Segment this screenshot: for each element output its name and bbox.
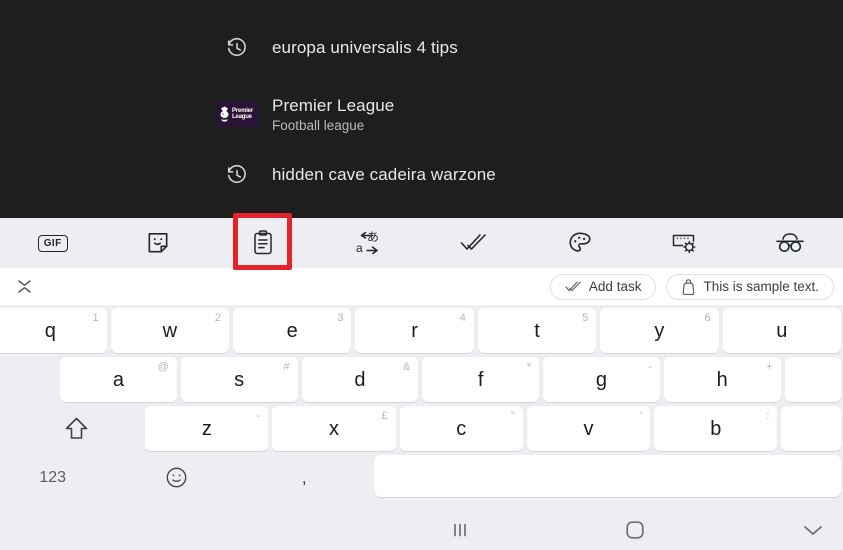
incognito-glasses-icon [776, 233, 805, 252]
key-h[interactable]: h + [663, 357, 781, 402]
svg-text:a: a [356, 241, 363, 255]
virtual-keyboard: q 1 w 2 e 3 r 4 t 5 y 6 u a @ s # d & f … [0, 305, 843, 510]
keyboard-row-3: z - x £ c " v ' b : [0, 406, 843, 453]
key-a[interactable]: a @ [60, 357, 177, 402]
keyboard-row-1: q 1 w 2 e 3 r 4 t 5 y 6 u [0, 308, 843, 355]
recents-button[interactable] [440, 510, 480, 550]
key-symbols-123[interactable]: 123 [0, 455, 111, 500]
suggestion-title: europa universalis 4 tips [272, 38, 458, 57]
key-b[interactable]: b : [654, 406, 778, 451]
incognito-button[interactable] [738, 218, 843, 268]
key-r[interactable]: r 4 [355, 308, 474, 353]
double-check-icon [460, 234, 486, 250]
add-task-chip[interactable]: Add task [549, 273, 657, 300]
suggestion-item-history-1[interactable]: europa universalis 4 tips [0, 26, 843, 70]
suggestion-text-block: Premier League Football league [272, 96, 394, 133]
chevron-down-icon [804, 526, 822, 535]
clipboard-icon [254, 230, 273, 255]
chevron-pair-icon [17, 280, 31, 293]
history-clock-icon [214, 164, 260, 186]
key-v[interactable]: v ' [526, 406, 651, 451]
history-clock-icon [214, 37, 260, 59]
gif-button[interactable]: GIF [0, 218, 105, 268]
keyboard-settings-button[interactable] [632, 218, 737, 268]
sticker-icon [148, 232, 168, 253]
key-w[interactable]: w 2 [110, 308, 230, 353]
key-x[interactable]: x £ [272, 406, 396, 451]
sticker-button[interactable] [105, 218, 210, 268]
chip-label: This is sample text. [703, 279, 819, 294]
suggestion-text-block: hidden cave cadeira warzone [272, 165, 496, 185]
lion-crest-icon [220, 106, 229, 122]
double-check-icon [565, 281, 581, 291]
chip-group: Add task This is sample text. [549, 273, 843, 300]
suggestion-item-entity[interactable]: Premier League Premier League Football l… [0, 88, 843, 140]
premier-league-logo-badge: Premier League [216, 101, 258, 127]
home-square-icon [626, 521, 644, 539]
key-t[interactable]: t 5 [477, 308, 597, 353]
keyboard-row-4: 123 , [0, 455, 843, 503]
key-u[interactable]: u [722, 308, 841, 353]
clipboard-button[interactable] [211, 218, 316, 268]
key-comma[interactable]: , [243, 455, 366, 500]
key-j-partial[interactable] [784, 357, 841, 402]
spell-check-button[interactable] [422, 218, 527, 268]
key-n-partial[interactable] [781, 406, 841, 451]
clipboard-text-chip[interactable]: This is sample text. [666, 273, 834, 300]
key-emoji[interactable] [115, 455, 238, 500]
svg-text:あ: あ [367, 230, 379, 244]
key-z[interactable]: z - [145, 406, 269, 451]
chip-label: Add task [588, 279, 642, 294]
key-y[interactable]: y 6 [600, 308, 719, 353]
home-button[interactable] [615, 510, 655, 550]
key-c[interactable]: c " [399, 406, 523, 451]
navigation-bar [0, 510, 843, 550]
suggestion-title: Premier League [272, 95, 395, 115]
key-d[interactable]: d & [301, 357, 419, 402]
palette-icon [569, 232, 591, 252]
key-space[interactable] [373, 455, 842, 497]
suggestion-title: hidden cave cadeira warzone [272, 165, 496, 184]
suggestion-subtitle: Football league [272, 117, 365, 133]
premier-league-logo-text: Premier League [232, 108, 253, 121]
key-shift[interactable] [12, 406, 141, 451]
pl-text-line2: League [232, 114, 252, 120]
key-f[interactable]: f * [422, 357, 539, 402]
expand-collapse-icon[interactable] [4, 277, 44, 296]
key-e[interactable]: e 3 [233, 308, 352, 353]
suggestion-item-history-2[interactable]: hidden cave cadeira warzone [0, 153, 843, 197]
keyboard-gear-icon [672, 234, 696, 254]
key-q[interactable]: q 1 [0, 308, 107, 353]
keyboard-toolbar: GIF あ a [0, 218, 843, 268]
theme-button[interactable] [527, 218, 632, 268]
phone-screen: europa universalis 4 tips Premier League [0, 0, 843, 550]
clipboard-bag-icon [683, 278, 695, 295]
key-s[interactable]: s # [180, 357, 298, 402]
translate-button[interactable]: あ a [316, 218, 421, 268]
suggestion-strip: Add task This is sample text. [0, 268, 843, 305]
recents-icon [454, 523, 466, 537]
search-suggestion-panel: europa universalis 4 tips Premier League [0, 0, 843, 218]
translate-icon: あ a [356, 230, 379, 255]
suggestion-text-block: europa universalis 4 tips [272, 38, 458, 58]
premier-league-logo: Premier League [214, 101, 260, 127]
shift-arrow-icon [65, 417, 88, 439]
hide-keyboard-button[interactable] [793, 510, 833, 550]
gif-icon: GIF [37, 234, 68, 252]
keyboard-row-2: a @ s # d & f * g - h + [0, 357, 843, 404]
smiley-icon [167, 467, 187, 488]
key-g[interactable]: g - [543, 357, 660, 402]
